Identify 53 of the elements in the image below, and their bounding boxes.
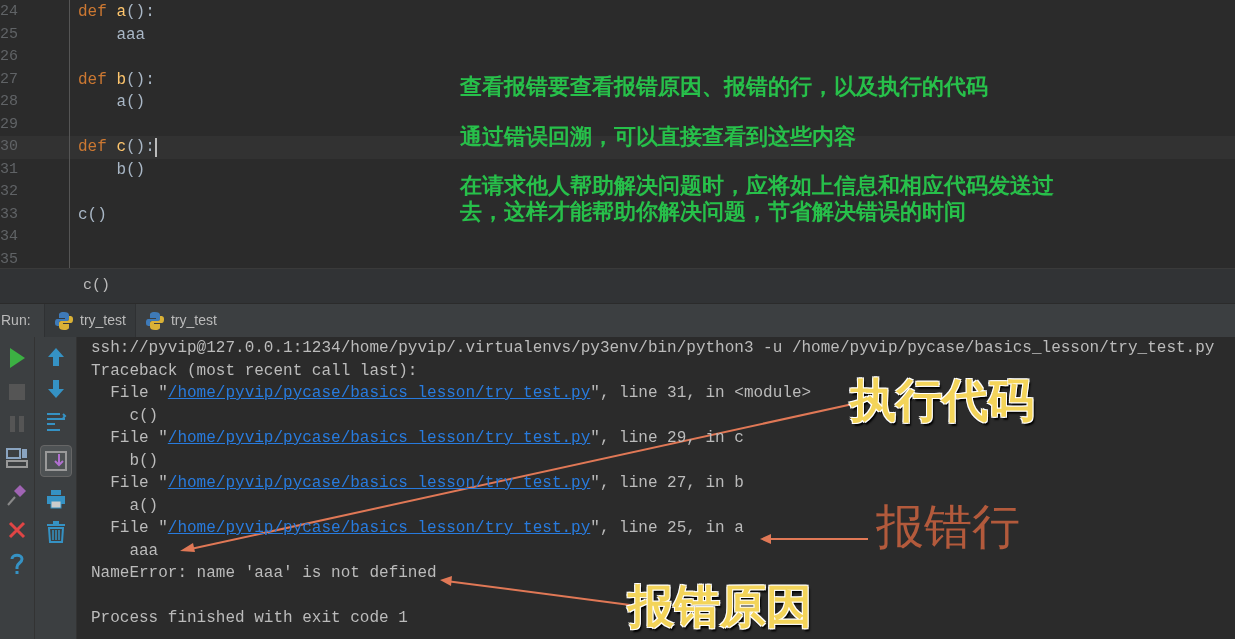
run-tab[interactable]: try_test xyxy=(135,304,226,337)
soft-wrap-icon[interactable] xyxy=(44,411,67,433)
code-line: a() xyxy=(115,92,146,114)
line-number: 26 xyxy=(0,48,18,65)
console-line: ssh://pyvip@127.0.0.1:1234/home/pyvip/.virtualenvs/py3env/bin/python3 -u /home/pyvip/pycase/basics_lesson/try_test.py xyxy=(91,339,1215,357)
file-link[interactable]: /home/pyvip/pycase/basics_lesson/try_test.py xyxy=(167,429,591,447)
annotation-note: 查看报错要查看报错原因、报错的行，以及执行的代码 xyxy=(460,74,989,100)
trash-icon[interactable] xyxy=(45,521,66,543)
code-line: aaa xyxy=(115,24,146,46)
file-link[interactable]: /home/pyvip/pycase/basics_lesson/try_test.py xyxy=(167,384,591,402)
help-icon[interactable] xyxy=(10,553,24,575)
code-line: def c(): xyxy=(78,137,155,159)
python-icon xyxy=(54,310,74,331)
callout-label: 报错原因 xyxy=(628,580,812,632)
close-icon[interactable] xyxy=(8,521,26,539)
run-icon[interactable] xyxy=(8,347,26,369)
scroll-to-end-button[interactable] xyxy=(39,445,72,477)
line-number: 35 xyxy=(0,250,18,268)
line-number: 29 xyxy=(0,115,18,133)
down-arrow-icon[interactable] xyxy=(46,379,65,399)
console-line: File "/home/pyvip/pycase/basics_lesson/try_test.py", line 31, in <module> xyxy=(109,384,812,402)
line-number: 31 xyxy=(0,160,18,178)
code-line: def a(): xyxy=(78,2,155,24)
code-line: b() xyxy=(115,159,146,181)
run-tab[interactable]: try_test xyxy=(44,304,136,337)
line-number: 28 xyxy=(0,93,18,110)
callout-label: 报错行 xyxy=(876,500,1020,552)
layout-icon[interactable] xyxy=(6,447,28,469)
up-arrow-icon[interactable] xyxy=(46,347,65,367)
code-line: def b(): xyxy=(78,69,155,91)
callout-label: 执行代码 xyxy=(850,374,1034,426)
console-line: a() xyxy=(128,496,159,515)
console-line: c() xyxy=(128,406,159,425)
annotation-note: 在请求他人帮助解决问题时，应将如上信息和相应代码发送过去，这样才能帮助你解决问题，节省解决错误的时间 xyxy=(460,173,1055,225)
python-icon xyxy=(144,310,165,331)
line-number: 25 xyxy=(0,25,18,43)
print-icon[interactable] xyxy=(45,489,66,509)
breadcrumb[interactable]: c() xyxy=(83,274,110,298)
pin-icon[interactable] xyxy=(6,483,28,507)
line-number: 27 xyxy=(0,70,18,88)
console-line: Traceback (most recent call last): xyxy=(91,361,418,380)
run-label: Run: xyxy=(0,311,32,330)
console-line: NameError: name 'aaa' is not defined xyxy=(91,564,437,582)
annotation-note: 通过错误回溯，可以直接查看到这些内容 xyxy=(460,124,857,150)
console-line: aaa xyxy=(128,541,159,560)
line-number: 24 xyxy=(0,3,18,20)
line-number: 34 xyxy=(0,228,18,245)
code-line: c() xyxy=(78,204,107,226)
scroll-down-icon xyxy=(44,451,67,471)
console-line: Process finished with exit code 1 xyxy=(91,609,408,627)
line-number: 32 xyxy=(0,183,18,200)
console-line: b() xyxy=(128,451,159,470)
line-number: 33 xyxy=(0,205,18,223)
